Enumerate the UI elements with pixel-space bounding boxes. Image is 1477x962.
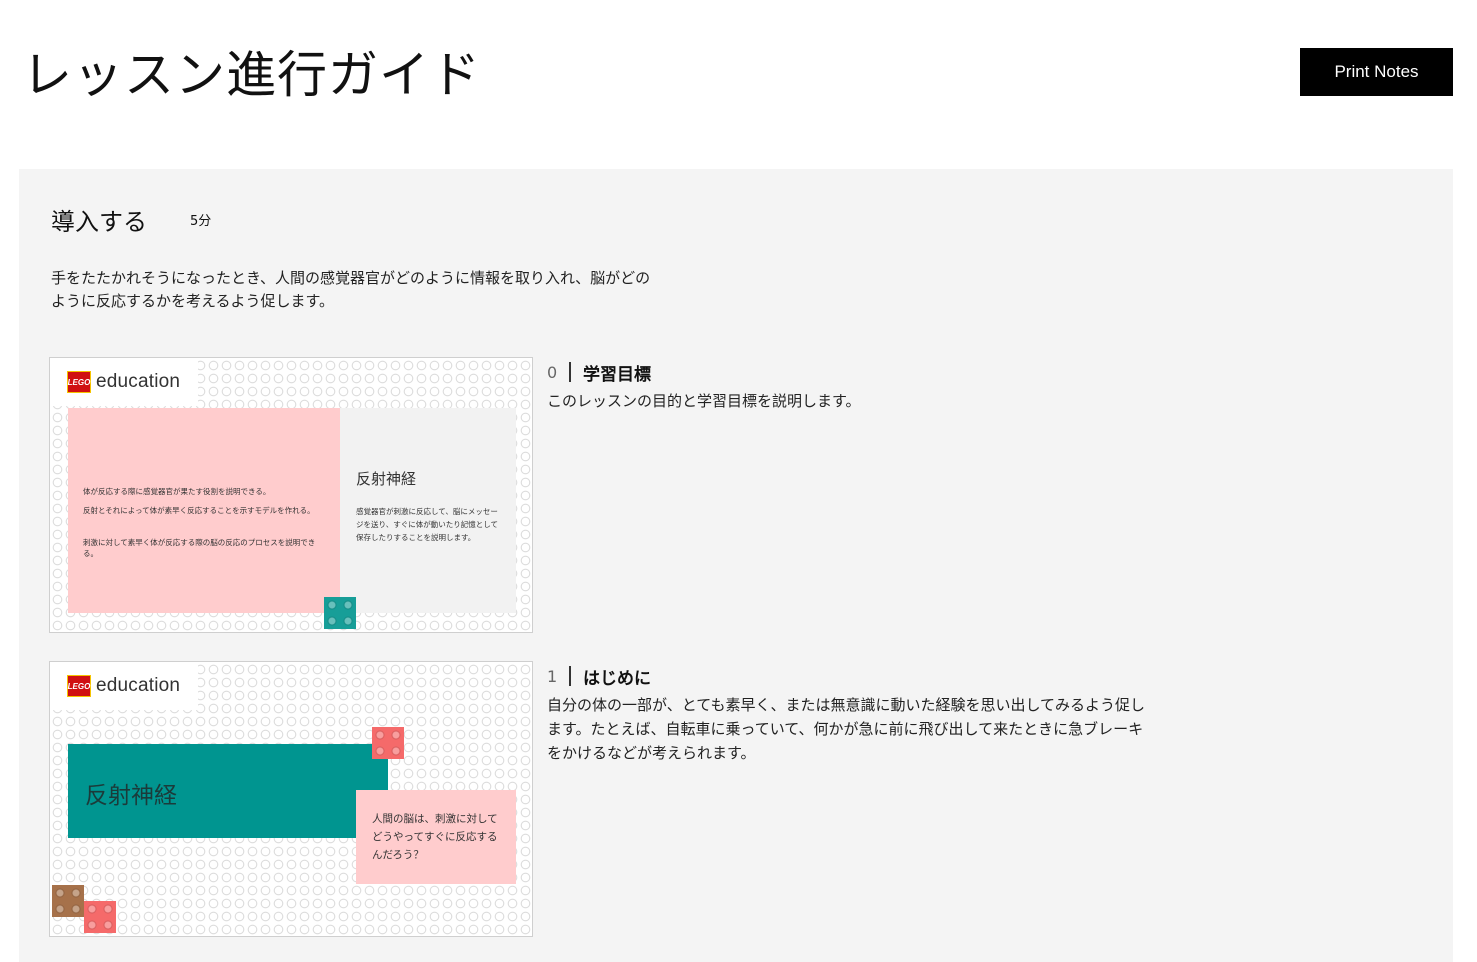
note-title: 学習目標 xyxy=(583,364,651,385)
objective-item: 反射とそれによって体が素早く反応することを示すモデルを作れる。 xyxy=(83,506,315,515)
print-notes-button[interactable]: Print Notes xyxy=(1300,48,1453,96)
note-title: はじめに xyxy=(583,668,651,689)
title-panel: 反射神経 xyxy=(68,744,388,838)
education-wordmark: education xyxy=(96,675,181,696)
slide-thumbnail-1[interactable]: LEGO education 反射神経 人間の脳は、刺激に対してどうやってすぐに… xyxy=(49,661,533,937)
section-introduce: 導入する 5分 手をたたかれそうになったとき、人間の感覚器官がどのように情報を取… xyxy=(19,169,1453,962)
objectives-panel: 体が反応する際に感覚器官が果たす役割を説明できる。 反射とそれによって体が素早く… xyxy=(68,408,340,613)
note-text: このレッスンの目的と学習目標を説明します。 xyxy=(547,392,861,410)
section-duration: 5分 xyxy=(190,214,212,229)
teal-brick-icon xyxy=(324,597,356,629)
note-number: 1 xyxy=(547,666,558,686)
slide-thumbnail-0[interactable]: LEGO education 体が反応する際に感覚器官が果たす役割を説明できる。… xyxy=(49,357,533,633)
lego-education-logo: LEGO education xyxy=(50,662,198,710)
note-1: 1 はじめに 自分の体の一部が、とても素早く、または無意識に動いた経験を思い出し… xyxy=(547,665,1157,765)
coral-brick-icon xyxy=(84,901,116,933)
objective-item: 刺激に対して素早く体が反応する際の脳の反応のプロセスを説明できる。 xyxy=(83,538,316,558)
objective-item: 体が反応する際に感覚器官が果たす役割を説明できる。 xyxy=(83,487,271,496)
brown-brick-icon xyxy=(52,885,84,917)
note-divider xyxy=(569,362,571,382)
note-divider xyxy=(569,666,571,686)
lego-logo-mark: LEGO xyxy=(67,675,91,697)
question-panel: 人間の脳は、刺激に対してどうやってすぐに反応するんだろう？ xyxy=(356,790,516,884)
slide-title: 反射神経 xyxy=(85,783,177,809)
lego-education-logo: LEGO education xyxy=(50,358,198,406)
note-number: 0 xyxy=(547,362,558,382)
page-title: レッスン進行ガイド xyxy=(22,46,481,104)
topic-panel: 反射神経 感覚器官が刺激に反応して、脳にメッセージを送り、すぐに体が動いたり記憶… xyxy=(340,408,516,613)
education-wordmark: education xyxy=(96,371,181,392)
topic-title: 反射神経 xyxy=(356,470,417,488)
coral-brick-icon xyxy=(372,727,404,759)
section-title: 導入する xyxy=(51,208,147,236)
question-text: 人間の脳は、刺激に対してどうやってすぐに反応するんだろう？ xyxy=(372,813,498,861)
note-0: 0 学習目標 このレッスンの目的と学習目標を説明します。 xyxy=(547,361,1167,413)
lego-logo-mark: LEGO xyxy=(67,371,91,393)
note-text: 自分の体の一部が、とても素早く、または無意識に動いた経験を思い出してみるよう促し… xyxy=(547,696,1146,762)
section-description: 手をたたかれそうになったとき、人間の感覚器官がどのように情報を取り入れ、脳がどの… xyxy=(51,269,651,310)
topic-text: 感覚器官が刺激に反応して、脳にメッセージを送り、すぐに体が動いたり記憶として保存… xyxy=(356,507,498,542)
